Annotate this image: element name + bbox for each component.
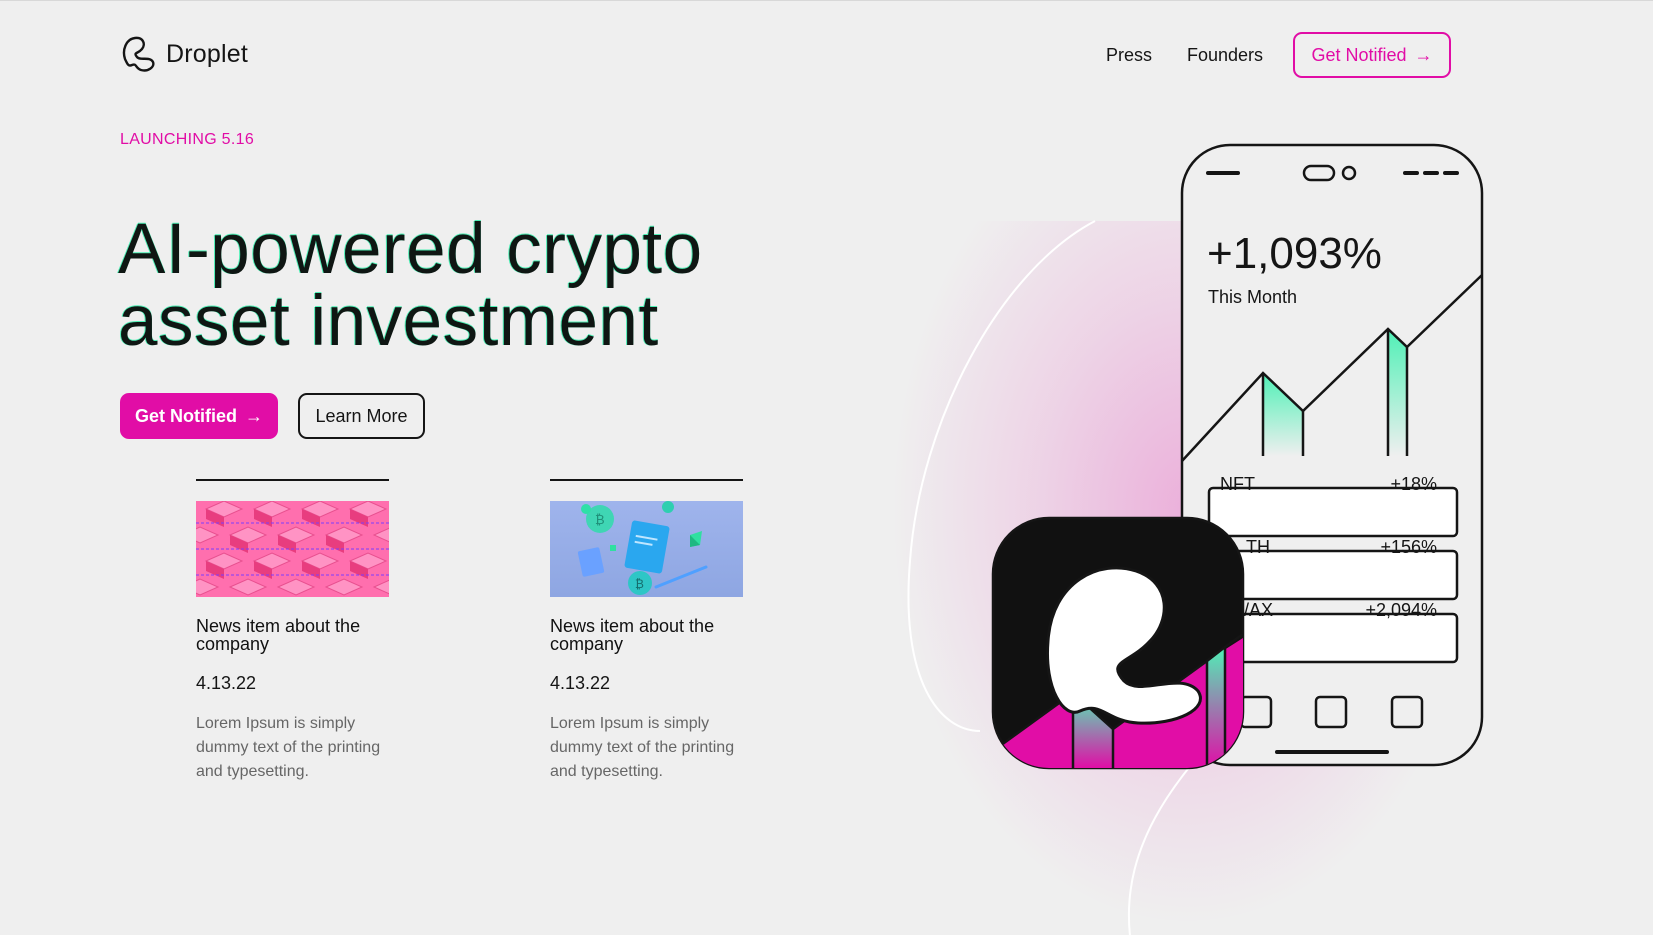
hero-get-notified-label: Get Notified <box>135 405 237 426</box>
asset-row-frame <box>1207 549 1459 601</box>
asset-row-frame <box>1207 486 1459 538</box>
asset-row-frame <box>1207 612 1459 664</box>
asset-change: +18% <box>1390 474 1437 494</box>
header-get-notified-label: Get Notified <box>1311 44 1407 65</box>
hero-title: AI-powered crypto asset investment <box>118 214 798 358</box>
news-divider <box>196 479 389 481</box>
top-nav: Press Founders Get Notified → <box>1106 32 1451 78</box>
nav-link-founders[interactable]: Founders <box>1187 45 1263 66</box>
news-title[interactable]: News item about the company <box>550 617 743 653</box>
news-divider <box>550 479 743 481</box>
gain-period: This Month <box>1208 287 1298 307</box>
asset-name: TH <box>1246 537 1270 557</box>
logo[interactable]: Droplet <box>120 35 248 73</box>
droplet-app-icon <box>991 516 1245 770</box>
arrow-right-icon: → <box>245 405 263 426</box>
svg-text:₿: ₿ <box>635 577 644 591</box>
asset-name: NFT <box>1220 474 1255 494</box>
news-title[interactable]: News item about the company <box>196 617 389 653</box>
learn-more-button[interactable]: Learn More <box>298 393 425 439</box>
news-date: 4.13.22 <box>196 673 257 693</box>
news-description: Lorem Ipsum is simply dummy text of the … <box>550 715 735 780</box>
gain-value: +1,093% <box>1207 229 1382 278</box>
news-card[interactable]: News item about the company 4.13.22 Lore… <box>196 479 389 784</box>
news-date: 4.13.22 <box>550 673 611 693</box>
asset-change: +156% <box>1380 537 1437 557</box>
hero-get-notified-button[interactable]: Get Notified → <box>120 393 278 439</box>
learn-more-label: Learn More <box>315 405 408 426</box>
news-card[interactable]: ₿ ₿ News item about the company 4.13.22 … <box>550 479 743 784</box>
asset-name: /AX <box>1244 600 1274 620</box>
arrow-right-icon: → <box>1414 44 1433 65</box>
launch-eyebrow: LAUNCHING 5.16 <box>120 131 255 148</box>
news-image-blue-objects: ₿ ₿ <box>550 501 743 597</box>
droplet-logo-icon <box>122 36 155 72</box>
news-description: Lorem Ipsum is simply dummy text of the … <box>196 715 381 780</box>
hero-title-line-2: asset investment <box>118 282 659 361</box>
hero-title-line-1: AI-powered crypto <box>118 210 703 289</box>
svg-text:₿: ₿ <box>595 513 605 528</box>
logo-text: Droplet <box>166 39 248 68</box>
phone-illustration: +1,093% This Month NFT +18% TH +156% /AX… <box>880 141 1540 935</box>
header-get-notified-button[interactable]: Get Notified → <box>1293 32 1451 78</box>
news-image-pink-cubes <box>196 501 389 597</box>
asset-change: +2,094% <box>1365 600 1437 620</box>
nav-link-press[interactable]: Press <box>1106 45 1152 66</box>
